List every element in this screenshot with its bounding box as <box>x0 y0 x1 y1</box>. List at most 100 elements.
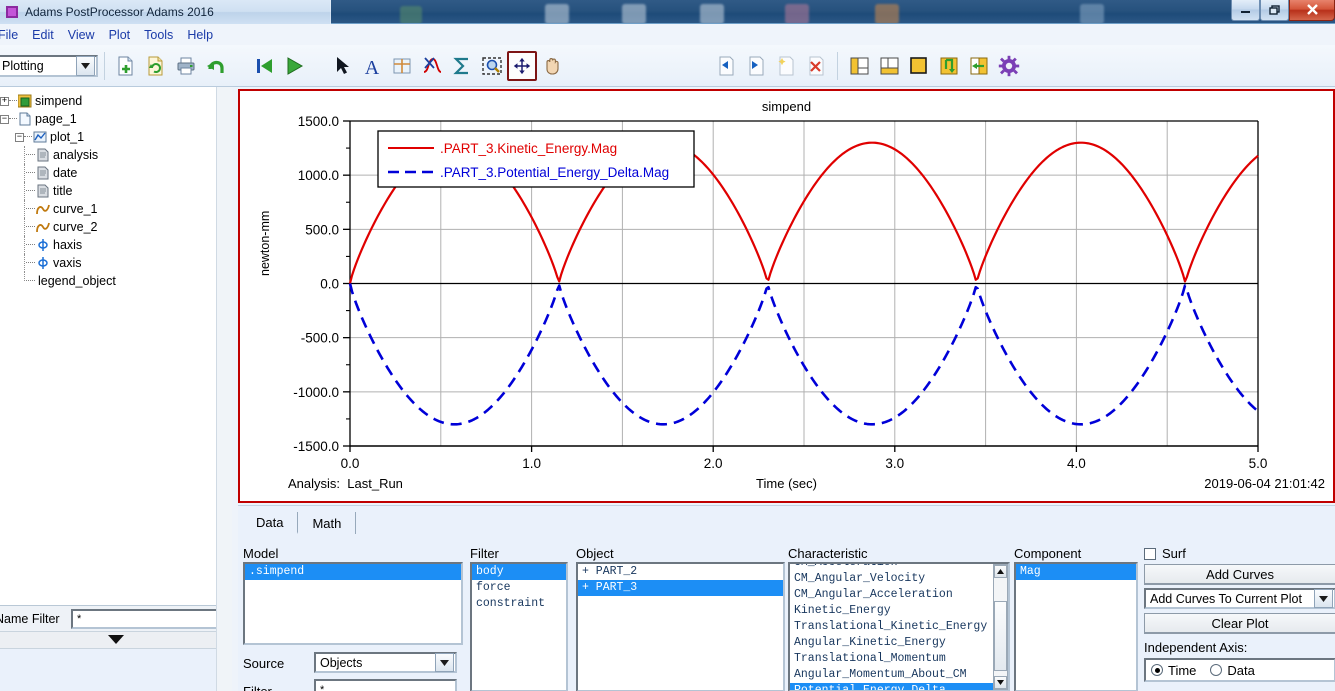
add-curves-button[interactable]: Add Curves <box>1144 564 1335 585</box>
page-prev-icon[interactable] <box>711 51 741 81</box>
restore-button[interactable] <box>1260 0 1289 21</box>
list-item[interactable]: + PART_2 <box>578 564 783 580</box>
panel-collapse-bar[interactable] <box>0 631 232 649</box>
tree-node-page-1[interactable]: − page_1 <box>0 110 231 128</box>
menu-item-tools[interactable]: Tools <box>137 26 180 44</box>
list-item[interactable]: CM_Acceleration <box>790 562 1008 571</box>
checkbox-box-icon[interactable] <box>1144 548 1156 560</box>
list-item[interactable]: Translational_Momentum <box>790 651 1008 667</box>
tree-node-analysis[interactable]: analysis <box>0 146 231 164</box>
object-listbox[interactable]: + PART_2 + PART_3 <box>576 562 785 691</box>
tree-node-curve-2[interactable]: curve_2 <box>0 218 231 236</box>
minimize-button[interactable] <box>1231 0 1260 21</box>
expander-plus-icon[interactable]: + <box>0 97 9 106</box>
list-item[interactable]: force <box>472 580 566 596</box>
tree-panel: + simpend − <box>0 87 232 691</box>
radio-dot-icon[interactable] <box>1210 664 1222 676</box>
layout-bottom-icon[interactable] <box>874 51 904 81</box>
svg-text:0.0: 0.0 <box>320 277 339 292</box>
menu-item-help[interactable]: Help <box>180 26 220 44</box>
tree-node-title[interactable]: title <box>0 182 231 200</box>
curve-tool-icon[interactable] <box>417 51 447 81</box>
scroll-down-icon[interactable] <box>994 676 1007 689</box>
menu-item-view[interactable]: View <box>61 26 102 44</box>
collapse-caret-icon[interactable] <box>108 633 124 647</box>
mode-select[interactable]: Plotting <box>0 55 98 77</box>
math-sum-icon[interactable] <box>447 51 477 81</box>
tab-data[interactable]: Data <box>242 512 298 534</box>
window-controls <box>1231 0 1335 22</box>
list-item[interactable]: Translational_Kinetic_Energy <box>790 619 1008 635</box>
list-item[interactable]: CM_Angular_Velocity <box>790 571 1008 587</box>
list-item[interactable]: + PART_3 <box>578 580 783 596</box>
tab-math[interactable]: Math <box>298 512 356 534</box>
transfer-icon[interactable] <box>964 51 994 81</box>
menu-item-plot[interactable]: Plot <box>102 26 138 44</box>
tree-node-haxis[interactable]: haxis <box>0 236 231 254</box>
pan-fit-icon[interactable] <box>507 51 537 81</box>
radio-data[interactable]: Data <box>1210 663 1254 678</box>
list-item[interactable]: Mag <box>1016 564 1136 580</box>
list-item[interactable]: CM_Angular_Acceleration <box>790 587 1008 603</box>
select-pointer-icon[interactable] <box>327 51 357 81</box>
chevron-down-icon[interactable] <box>1314 589 1333 608</box>
app-icon <box>4 4 20 20</box>
menu-item-file[interactable]: File <box>0 26 25 44</box>
surf-checkbox[interactable]: Surf <box>1144 546 1186 561</box>
page-delete-icon[interactable] <box>801 51 831 81</box>
layout-left-icon[interactable] <box>844 51 874 81</box>
list-item[interactable]: .simpend <box>245 564 461 580</box>
tree-node-legend-object[interactable]: legend_object <box>0 272 231 290</box>
chevron-down-icon[interactable] <box>76 56 95 76</box>
close-button[interactable] <box>1289 0 1335 21</box>
source-combo[interactable]: Objects <box>314 652 457 673</box>
print-icon[interactable] <box>171 51 201 81</box>
first-frame-icon[interactable] <box>249 51 279 81</box>
radio-dot-icon[interactable] <box>1151 664 1163 676</box>
tree-node-simpend[interactable]: + simpend <box>0 92 231 110</box>
characteristic-listbox[interactable]: CM_Acceleration CM_Angular_Velocity CM_A… <box>788 562 1010 691</box>
list-item[interactable]: constraint <box>472 596 566 612</box>
list-item[interactable]: Potential_Energy_Delta <box>790 683 1008 691</box>
page-next-icon[interactable] <box>741 51 771 81</box>
page-new-icon[interactable] <box>771 51 801 81</box>
independent-axis-radio-group[interactable]: Time Data <box>1144 658 1335 682</box>
filter-listbox[interactable]: body force constraint <box>470 562 568 691</box>
add-curves-mode-combo[interactable]: Add Curves To Current Plot <box>1144 588 1335 609</box>
clear-plot-button[interactable]: Clear Plot <box>1144 613 1335 634</box>
tree-scrollbar[interactable] <box>216 87 232 691</box>
characteristic-scrollbar[interactable] <box>993 564 1008 690</box>
hand-tool-icon[interactable] <box>537 51 567 81</box>
document-icon <box>36 184 50 198</box>
list-item[interactable]: Kinetic_Energy <box>790 603 1008 619</box>
expander-minus-icon[interactable]: − <box>15 133 24 142</box>
tree-node-vaxis[interactable]: vaxis <box>0 254 231 272</box>
list-item[interactable]: Angular_Kinetic_Energy <box>790 635 1008 651</box>
name-filter-input[interactable]: * <box>71 609 224 629</box>
list-item[interactable]: Angular_Momentum_About_CM <box>790 667 1008 683</box>
settings-gear-icon[interactable] <box>994 51 1024 81</box>
reload-icon[interactable] <box>141 51 171 81</box>
tree-node-date[interactable]: date <box>0 164 231 182</box>
model-listbox[interactable]: .simpend <box>243 562 463 645</box>
plot-canvas[interactable]: simpend newton-mm 1500.01000.0500.00.0-5… <box>238 89 1335 503</box>
zoom-box-icon[interactable] <box>477 51 507 81</box>
play-icon[interactable] <box>279 51 309 81</box>
layout-single-icon[interactable] <box>904 51 934 81</box>
new-page-icon[interactable] <box>111 51 141 81</box>
component-listbox[interactable]: Mag <box>1014 562 1138 691</box>
scroll-up-icon[interactable] <box>994 565 1007 578</box>
swap-icon[interactable] <box>934 51 964 81</box>
chevron-down-icon[interactable] <box>435 653 454 672</box>
expander-minus-icon[interactable]: − <box>0 115 9 124</box>
list-item[interactable]: body <box>472 564 566 580</box>
filter-lower-input[interactable]: * <box>314 679 457 691</box>
menu-item-edit[interactable]: Edit <box>25 26 61 44</box>
scrollbar-thumb[interactable] <box>994 601 1007 671</box>
undo-icon[interactable] <box>201 51 231 81</box>
plot-tool-icon[interactable] <box>387 51 417 81</box>
radio-time[interactable]: Time <box>1151 663 1196 678</box>
text-tool-icon[interactable]: A <box>357 51 387 81</box>
tree-node-plot-1[interactable]: − plot_1 <box>0 128 231 146</box>
tree-node-curve-1[interactable]: curve_1 <box>0 200 231 218</box>
